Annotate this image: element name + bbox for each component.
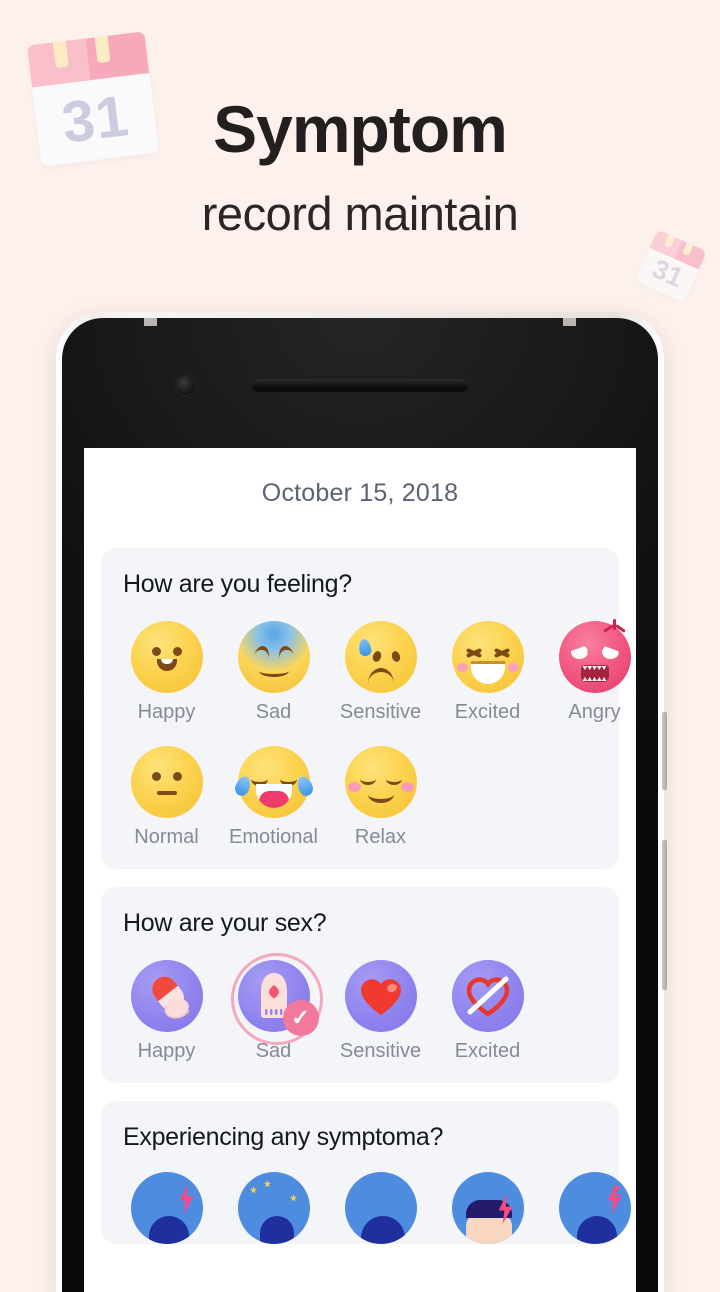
mood-option-label: Emotional xyxy=(229,826,318,848)
calendar-ring xyxy=(51,32,69,69)
mood-options-row-1: Happy Sad Sensitive Excited Angry xyxy=(101,619,631,724)
symptom-option-dizzy[interactable] xyxy=(220,1172,327,1244)
emoji-sensitive-icon xyxy=(344,621,417,693)
page-subtitle: record maintain xyxy=(201,187,519,240)
mood-option-label: Happy xyxy=(137,701,196,723)
card-sex: How are your sex? Happy ✓ Sad Sensitive … xyxy=(101,887,619,1083)
selected-check-icon: ✓ xyxy=(282,1000,319,1036)
phone-bezel: October 15, 2018 How are you feeling? Ha… xyxy=(62,318,658,1292)
antenna-line-left xyxy=(144,318,157,326)
card-mood: How are you feeling? Happy Sad Sensitive… xyxy=(101,548,631,869)
mood-option-angry[interactable]: Angry xyxy=(541,619,636,724)
screen-date-label: October 15, 2018 xyxy=(261,479,459,507)
symptom-option-insomnia[interactable]: z xyxy=(541,1172,636,1244)
sex-options-row: Happy ✓ Sad Sensitive Excited xyxy=(101,953,619,1063)
symptom-insomnia-icon: z xyxy=(558,1172,631,1244)
emoji-angry-icon xyxy=(558,619,631,693)
sex-option-label: Happy xyxy=(137,1040,196,1062)
mood-option-happy[interactable]: Happy xyxy=(113,621,220,724)
mood-option-label: Excited xyxy=(454,701,521,723)
mood-option-label: Sad xyxy=(255,701,292,723)
mood-option-label: Relax xyxy=(354,826,407,848)
mood-option-sensitive[interactable]: Sensitive xyxy=(327,621,434,724)
mood-option-emotional[interactable]: Emotional xyxy=(220,746,327,849)
sex-option-happy[interactable]: Happy xyxy=(113,960,220,1063)
heart-crossed-out-icon xyxy=(451,960,524,1032)
screen-date[interactable]: October 15, 2018 xyxy=(84,448,636,508)
symptom-dizzy-icon xyxy=(237,1172,310,1244)
phone-mockup: October 15, 2018 How are you feeling? Ha… xyxy=(56,312,667,1292)
mood-option-excited[interactable]: Excited xyxy=(434,621,541,724)
symptom-cramps-icon xyxy=(130,1172,203,1244)
mood-option-relax[interactable]: Relax xyxy=(327,746,434,849)
symptom-option-cramps[interactable] xyxy=(113,1172,220,1244)
phone-screen: October 15, 2018 How are you feeling? Ha… xyxy=(84,448,636,1292)
mood-option-sad[interactable]: Sad xyxy=(220,621,327,724)
emoji-sad-icon xyxy=(237,621,310,693)
card-sex-title: How are your sex? xyxy=(123,909,327,937)
card-symptom: Experiencing any symptoma? z xyxy=(101,1101,631,1244)
emoji-emotional-icon xyxy=(232,746,315,818)
mood-option-normal[interactable]: Normal xyxy=(113,746,220,849)
heart-icon xyxy=(344,960,417,1032)
calendar-band xyxy=(27,31,150,88)
sex-option-sensitive[interactable]: Sensitive xyxy=(327,960,434,1063)
symptom-option-fatigue[interactable] xyxy=(434,1172,541,1244)
mood-option-label: Sensitive xyxy=(339,701,422,723)
sex-option-sad[interactable]: ✓ Sad xyxy=(220,953,327,1063)
pills-icon xyxy=(130,960,203,1032)
symptom-option-headache[interactable] xyxy=(327,1172,434,1244)
calendar-decor-small: 31 xyxy=(634,229,708,303)
page-title: Symptom xyxy=(213,92,508,166)
emoji-relax-icon xyxy=(344,746,417,818)
card-symptom-title: Experiencing any symptoma? xyxy=(123,1123,444,1151)
emoji-excited-icon xyxy=(451,621,524,693)
symptom-options-row: z xyxy=(101,1172,631,1244)
volume-button[interactable] xyxy=(662,712,667,790)
mood-option-label: Angry xyxy=(568,701,621,723)
emoji-normal-icon xyxy=(130,746,203,818)
symptom-fatigue-icon xyxy=(451,1172,524,1244)
card-mood-title: How are you feeling? xyxy=(123,570,352,598)
emoji-happy-icon xyxy=(130,621,203,693)
sex-option-label: Excited xyxy=(454,1040,521,1062)
power-button[interactable] xyxy=(662,840,667,990)
symptom-headache-icon xyxy=(344,1172,417,1244)
mood-option-label: Normal xyxy=(134,826,199,848)
sex-option-label: Sensitive xyxy=(339,1040,422,1062)
sex-option-excited[interactable]: Excited xyxy=(434,960,541,1063)
earpiece-speaker xyxy=(252,379,468,392)
mood-options-row-2: Normal Emotional Relax xyxy=(101,746,619,849)
camera-icon xyxy=(176,376,195,395)
antenna-line-right xyxy=(563,318,576,326)
